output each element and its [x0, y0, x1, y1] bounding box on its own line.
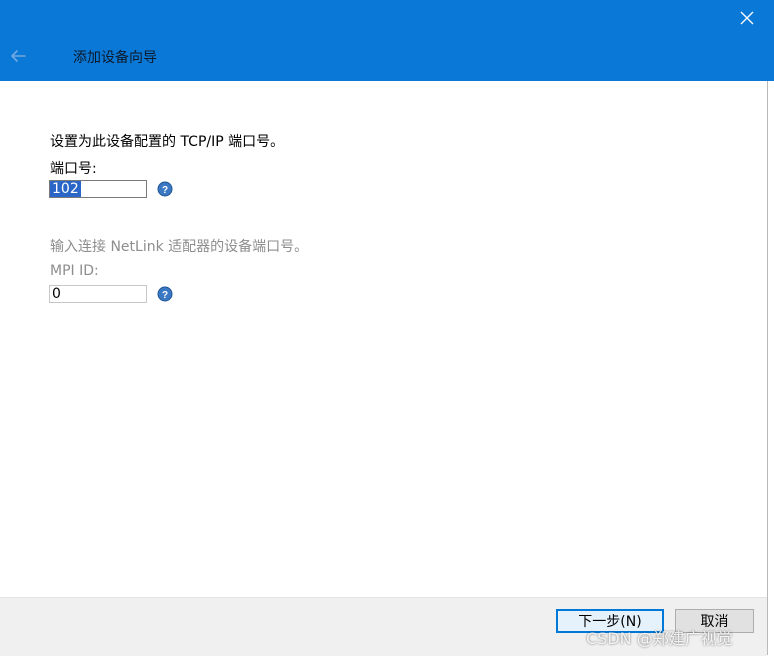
- window-title: 添加设备向导: [73, 50, 157, 66]
- port-help-button[interactable]: ?: [157, 181, 173, 197]
- port-input[interactable]: 102: [49, 180, 147, 198]
- mpi-description: 输入连接 NetLink 适配器的设备端口号。: [50, 239, 309, 255]
- title-bar: 添加设备向导: [0, 0, 774, 81]
- port-input-value: 102: [50, 181, 81, 197]
- help-circle-icon: ?: [157, 286, 173, 302]
- mpi-help-button[interactable]: ?: [157, 286, 173, 302]
- window-border: [767, 81, 768, 655]
- mpi-input[interactable]: 0: [49, 285, 147, 303]
- close-button[interactable]: [729, 0, 765, 36]
- close-icon: [740, 11, 754, 25]
- arrow-left-icon: [11, 50, 26, 62]
- svg-text:?: ?: [162, 290, 168, 301]
- port-description: 设置为此设备配置的 TCP/IP 端口号。: [50, 134, 285, 150]
- mpi-input-value: 0: [52, 286, 61, 302]
- help-circle-icon: ?: [157, 181, 173, 197]
- watermark: CSDN @郑建广视觉: [586, 629, 733, 648]
- back-button[interactable]: [6, 44, 30, 68]
- port-label: 端口号:: [50, 161, 97, 177]
- mpi-label: MPI ID:: [50, 263, 99, 279]
- svg-text:?: ?: [162, 185, 168, 196]
